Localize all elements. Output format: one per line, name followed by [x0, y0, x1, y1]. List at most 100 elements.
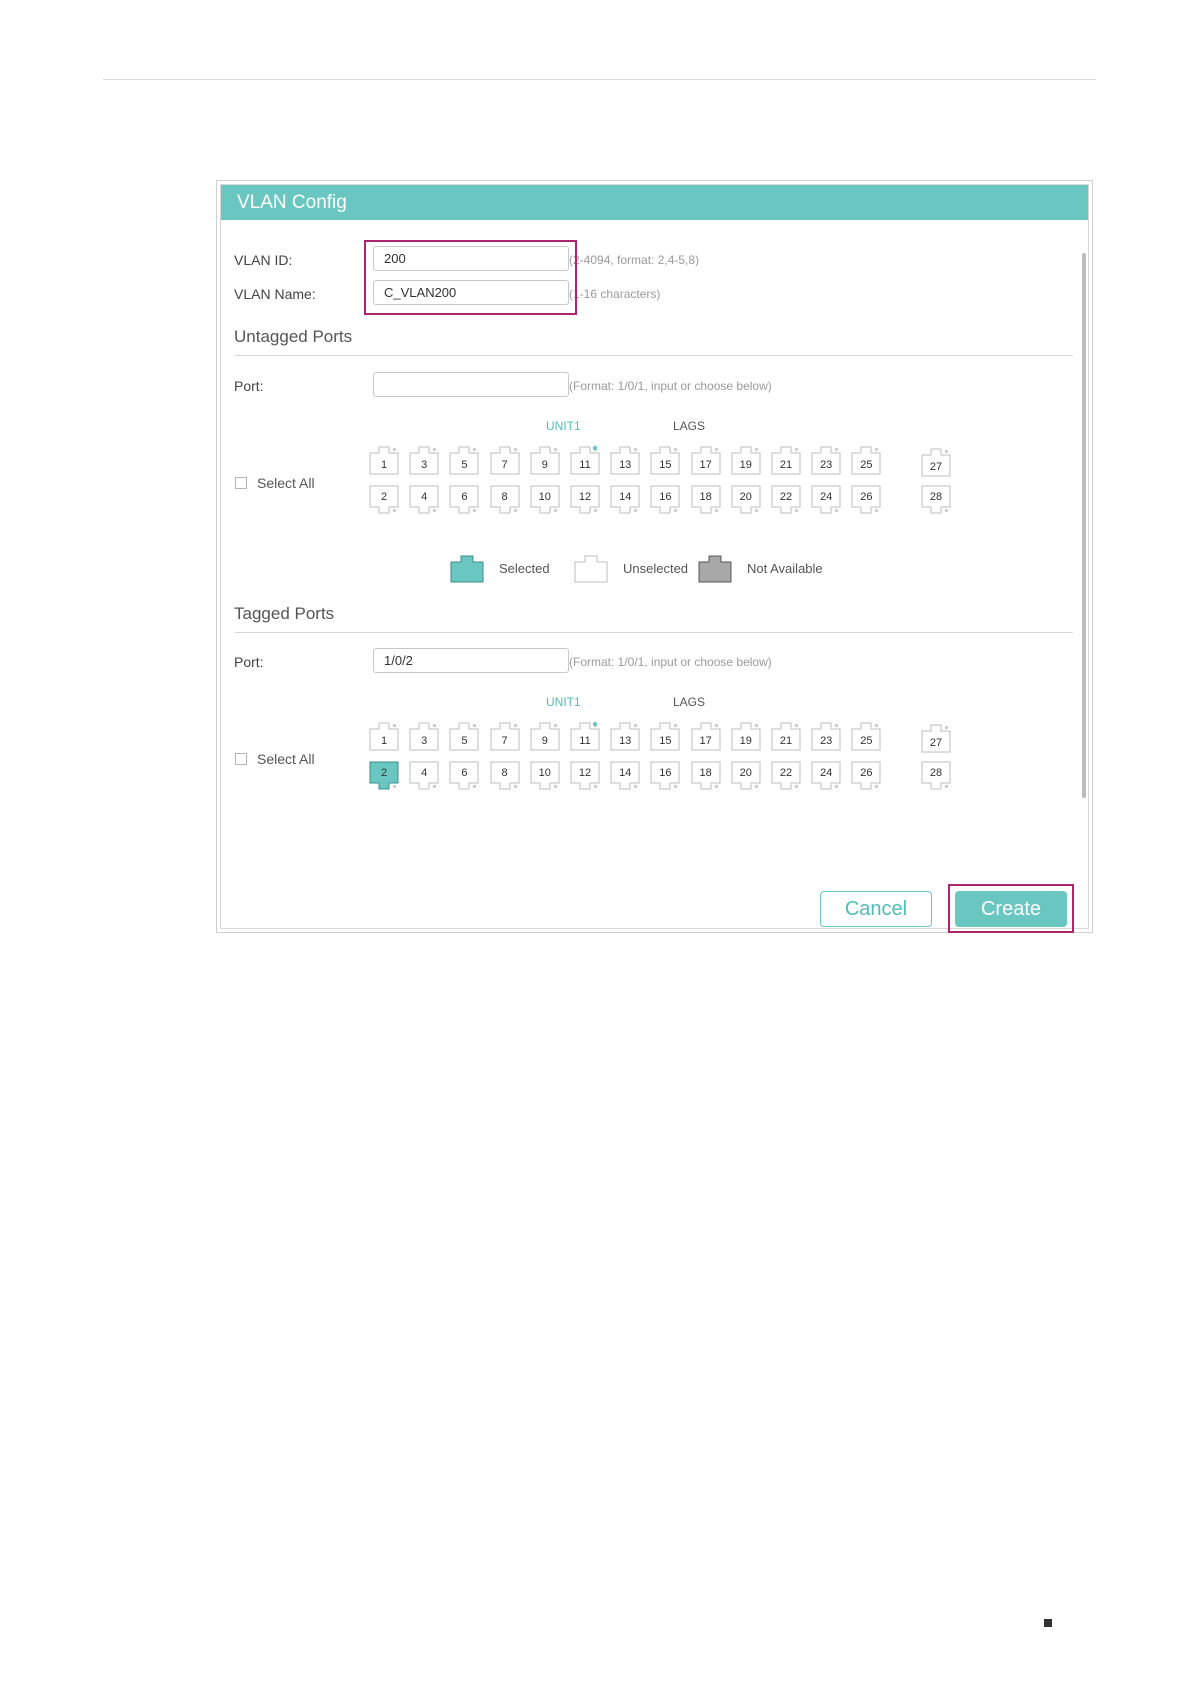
- untagged-port-18[interactable]: 18: [691, 485, 721, 515]
- tagged-port-20[interactable]: 20: [731, 761, 761, 791]
- port-number: 12: [578, 767, 592, 779]
- tagged-port-2[interactable]: 2: [369, 761, 399, 791]
- untagged-port-7[interactable]: 7: [490, 445, 520, 475]
- tagged-unit1-label: UNIT1: [546, 695, 581, 709]
- tagged-port-27[interactable]: 27: [921, 723, 951, 753]
- tagged-port-24[interactable]: 24: [811, 761, 841, 791]
- tagged-port-13[interactable]: 13: [610, 721, 640, 751]
- tagged-port-5[interactable]: 5: [449, 721, 479, 751]
- untagged-port-22[interactable]: 22: [771, 485, 801, 515]
- port-number: 25: [860, 735, 873, 747]
- tagged-port-1[interactable]: 1: [369, 721, 399, 751]
- tagged-port-3[interactable]: 3: [409, 721, 439, 751]
- untagged-port-17[interactable]: 17: [691, 445, 721, 475]
- untagged-port-1[interactable]: 1: [369, 445, 399, 475]
- tagged-port-hint: (Format: 1/0/1, input or choose below): [569, 655, 772, 669]
- tagged-ports-title: Tagged Ports: [234, 604, 335, 623]
- untagged-port-16[interactable]: 16: [650, 485, 680, 515]
- selected-port-icon: [450, 555, 484, 583]
- untagged-select-all-checkbox[interactable]: [235, 477, 247, 489]
- untagged-port-10[interactable]: 10: [530, 485, 560, 515]
- untagged-port-12[interactable]: 12: [570, 485, 600, 515]
- vlan-id-hint: (2-4094, format: 2,4-5,8): [569, 253, 700, 267]
- tagged-port-26[interactable]: 26: [851, 761, 881, 791]
- untagged-port-6[interactable]: 6: [449, 485, 479, 515]
- port-number: 11: [579, 735, 591, 747]
- untagged-port-23[interactable]: 23: [811, 445, 841, 475]
- untagged-port-27[interactable]: 27: [921, 447, 951, 477]
- port-number: 9: [541, 459, 548, 471]
- tagged-port-14[interactable]: 14: [610, 761, 640, 791]
- port-number: 3: [421, 735, 428, 747]
- port-number: 12: [578, 491, 592, 503]
- tagged-port-4[interactable]: 4: [409, 761, 439, 791]
- port-number: 27: [929, 737, 943, 749]
- untagged-port-3[interactable]: 3: [409, 445, 439, 475]
- tagged-port-6[interactable]: 6: [449, 761, 479, 791]
- port-number: 2: [380, 491, 388, 503]
- tagged-port-15[interactable]: 15: [650, 721, 680, 751]
- dialog-scrollbar[interactable]: [1082, 253, 1086, 798]
- port-number: 19: [739, 735, 752, 747]
- tagged-port-11[interactable]: 11: [570, 721, 600, 751]
- page-top-divider: [103, 79, 1096, 80]
- untagged-port-hint: (Format: 1/0/1, input or choose below): [569, 379, 772, 393]
- port-number: 8: [501, 491, 508, 503]
- untagged-port-13[interactable]: 13: [610, 445, 640, 475]
- port-number: 27: [929, 461, 943, 473]
- untagged-port-19[interactable]: 19: [731, 445, 761, 475]
- port-number: 17: [699, 459, 712, 471]
- tagged-port-19[interactable]: 19: [731, 721, 761, 751]
- tagged-port-17[interactable]: 17: [691, 721, 721, 751]
- untagged-port-24[interactable]: 24: [811, 485, 841, 515]
- tagged-port-18[interactable]: 18: [691, 761, 721, 791]
- untagged-port-15[interactable]: 15: [650, 445, 680, 475]
- tagged-port-label: Port:: [234, 654, 264, 670]
- tagged-port-21[interactable]: 21: [771, 721, 801, 751]
- untagged-port-11[interactable]: 11: [570, 445, 600, 475]
- create-button-highlight: [948, 884, 1074, 933]
- legend-not-available: Not Available: [698, 553, 823, 583]
- tagged-port-25[interactable]: 25: [851, 721, 881, 751]
- legend-selected: Selected: [450, 553, 550, 583]
- untagged-port-9[interactable]: 9: [530, 445, 560, 475]
- untagged-port-26[interactable]: 26: [851, 485, 881, 515]
- tagged-select-all[interactable]: Select All: [235, 751, 315, 767]
- dialog-frame: VLAN Config VLAN ID: (2-4094, format: 2,…: [220, 184, 1089, 933]
- untagged-port-25[interactable]: 25: [851, 445, 881, 475]
- untagged-port-21[interactable]: 21: [771, 445, 801, 475]
- vlan-name-label: VLAN Name:: [234, 286, 316, 302]
- port-number: 28: [929, 767, 943, 779]
- port-number: 2: [380, 767, 388, 779]
- tagged-port-12[interactable]: 12: [570, 761, 600, 791]
- tagged-port-7[interactable]: 7: [490, 721, 520, 751]
- untagged-port-2[interactable]: 2: [369, 485, 399, 515]
- port-number: 24: [820, 491, 833, 503]
- tagged-port-28[interactable]: 28: [921, 761, 951, 791]
- tagged-port-22[interactable]: 22: [771, 761, 801, 791]
- untagged-port-4[interactable]: 4: [409, 485, 439, 515]
- tagged-port-23[interactable]: 23: [811, 721, 841, 751]
- port-number: 17: [699, 735, 712, 747]
- tagged-port-10[interactable]: 10: [530, 761, 560, 791]
- not-available-port-icon: [698, 555, 732, 583]
- tagged-port-9[interactable]: 9: [530, 721, 560, 751]
- untagged-port-14[interactable]: 14: [610, 485, 640, 515]
- untagged-port-20[interactable]: 20: [731, 485, 761, 515]
- cancel-button[interactable]: Cancel: [820, 891, 932, 927]
- port-number: 8: [501, 767, 508, 779]
- untagged-select-all[interactable]: Select All: [235, 475, 315, 491]
- tagged-port-16[interactable]: 16: [650, 761, 680, 791]
- untagged-port-5[interactable]: 5: [449, 445, 479, 475]
- untagged-port-input[interactable]: [373, 372, 569, 397]
- tagged-port-8[interactable]: 8: [490, 761, 520, 791]
- untagged-unit1-label: UNIT1: [546, 419, 581, 433]
- tagged-port-input[interactable]: [373, 648, 569, 673]
- untagged-port-8[interactable]: 8: [490, 485, 520, 515]
- port-number: 5: [461, 735, 468, 747]
- untagged-port-28[interactable]: 28: [921, 485, 951, 515]
- tagged-select-all-label: Select All: [257, 751, 315, 767]
- legend-unselected: Unselected: [574, 553, 688, 583]
- tagged-select-all-checkbox[interactable]: [235, 753, 247, 765]
- port-number: 19: [739, 459, 752, 471]
